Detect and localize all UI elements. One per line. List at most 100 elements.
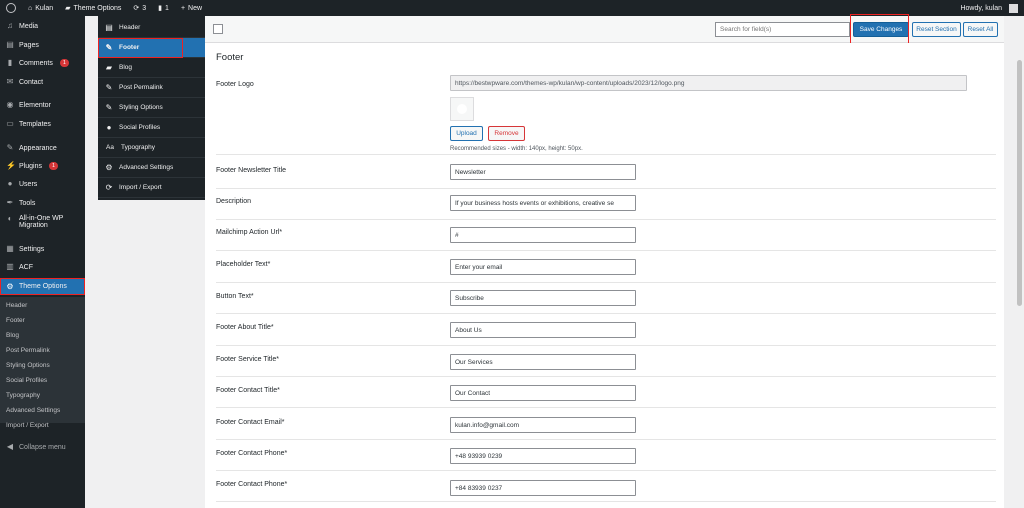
menu-item-appearance[interactable]: ✎ Appearance — [0, 141, 85, 155]
comments-icon: ▮ — [7, 58, 13, 67]
options-tab-styling-options[interactable]: ✎ Styling Options — [98, 98, 205, 118]
field-label: Footer Contact Phone* — [216, 450, 288, 457]
contact-email-input[interactable]: kulan.info@gmail.com — [450, 417, 636, 433]
templates-icon: ▭ — [6, 119, 14, 128]
new-content-link[interactable]: + New — [175, 0, 208, 16]
page-scrollbar[interactable] — [1015, 16, 1024, 508]
remove-logo-button[interactable]: Remove — [488, 126, 525, 141]
options-tab-post-permalink[interactable]: ✎ Post Permalink — [98, 78, 205, 98]
field-label: Description — [216, 198, 252, 205]
field-label: Footer Newsletter Title — [216, 167, 287, 174]
menu-item-templates[interactable]: ▭ Templates — [0, 117, 85, 131]
submenu-blog[interactable]: Blog — [6, 332, 19, 339]
submenu-typography[interactable]: Typography — [6, 392, 40, 399]
updates-link[interactable]: ⟳ 3 — [127, 0, 152, 16]
options-tab-header[interactable]: ▤ Header — [98, 18, 205, 38]
home-icon: ⌂ — [28, 4, 33, 12]
field-label: Footer Contact Phone* — [216, 481, 288, 488]
row-divider — [216, 154, 996, 155]
row-divider — [216, 407, 996, 408]
gear-icon: ⚙ — [6, 281, 14, 291]
menu-item-contact[interactable]: ✉ Contact — [0, 75, 85, 89]
header-icon: ▤ — [105, 22, 113, 32]
menu-item-tools[interactable]: ✒ Tools — [0, 196, 85, 210]
theme-options-link[interactable]: ▰ Theme Options — [59, 0, 127, 16]
menu-item-comments[interactable]: ▮ Comments 1 — [0, 56, 85, 70]
submenu-header[interactable]: Header — [6, 302, 27, 309]
field-search-input[interactable] — [715, 22, 850, 37]
footer-logo-label: Footer Logo — [216, 81, 254, 88]
logo-size-hint: Recommended sizes - width: 140px, height… — [450, 146, 583, 152]
submenu-styling-options[interactable]: Styling Options — [6, 362, 50, 369]
migration-icon: ◐ — [7, 214, 13, 223]
settings-icon: ▦ — [6, 244, 14, 253]
submenu-advanced-settings[interactable]: Advanced Settings — [6, 407, 60, 414]
account-menu[interactable]: Howdy, kulan — [954, 0, 1024, 16]
menu-item-media[interactable]: ♫ Media — [0, 19, 85, 33]
options-tab-blog[interactable]: ▰ Blog — [98, 58, 205, 78]
appearance-icon: ✎ — [6, 143, 14, 152]
collapse-icon: ◀ — [6, 442, 14, 451]
options-tab-social-profiles[interactable]: ● Social Profiles — [98, 118, 205, 138]
placeholder-text-input[interactable]: Enter your email — [450, 259, 636, 275]
expand-options-button[interactable] — [213, 24, 223, 34]
row-divider — [216, 345, 996, 346]
footer-options-panel: Footer Footer Logo https://bestwpware.co… — [205, 43, 1004, 508]
options-tab-import-export[interactable]: ⟳ Import / Export — [98, 178, 205, 198]
footer-tab-highlight — [98, 38, 183, 58]
field-label: Footer Contact Title* — [216, 387, 280, 394]
reset-section-button[interactable]: Reset Section — [912, 22, 961, 37]
newsletter-title-input[interactable]: Newsletter — [450, 164, 636, 180]
wordpress-icon — [6, 3, 16, 13]
button-text-input[interactable]: Subscribe — [450, 290, 636, 306]
menu-item-theme-options[interactable]: ⚙ Theme Options — [0, 278, 85, 295]
menu-item-users[interactable]: ● Users — [0, 177, 85, 191]
submenu-post-permalink[interactable]: Post Permalink — [6, 347, 50, 354]
contact-title-input[interactable]: Our Contact — [450, 385, 636, 401]
permalink-icon: ✎ — [105, 82, 113, 92]
folder-icon: ▰ — [65, 5, 71, 12]
field-label: Footer Contact Email* — [216, 419, 285, 426]
styling-icon: ✎ — [105, 102, 113, 112]
upload-logo-button[interactable]: Upload — [450, 126, 483, 141]
options-tab-typography[interactable]: Aa Typography — [98, 138, 205, 158]
submenu-import-export[interactable]: Import / Export — [6, 422, 49, 429]
plugins-icon: ⚡ — [6, 161, 16, 170]
contact-phone-2-input[interactable]: +84 83939 0237 — [450, 480, 636, 496]
menu-item-plugins[interactable]: ⚡ Plugins 1 — [0, 159, 85, 173]
row-divider — [216, 219, 996, 220]
menu-item-pages[interactable]: ▤ Pages — [0, 38, 85, 52]
menu-item-elementor[interactable]: ◉ Elementor — [0, 98, 85, 112]
contact-phone-input[interactable]: +48 93939 0239 — [450, 448, 636, 464]
field-label: Footer About Title* — [216, 324, 274, 331]
comments-link[interactable]: ▮ 1 — [152, 0, 175, 16]
about-title-input[interactable]: About Us — [450, 322, 636, 338]
collapse-menu-button[interactable]: ◀ Collapse menu — [0, 440, 85, 454]
row-divider — [216, 250, 996, 251]
service-title-input[interactable]: Our Services — [450, 354, 636, 370]
wordpress-logo-button[interactable] — [0, 0, 22, 16]
menu-item-acf[interactable]: ▥ ACF — [0, 260, 85, 274]
elementor-icon: ◉ — [6, 100, 14, 109]
menu-item-settings[interactable]: ▦ Settings — [0, 242, 85, 256]
user-icon: ● — [106, 122, 112, 132]
row-divider — [216, 439, 996, 440]
site-name-link[interactable]: ⌂ Kulan — [22, 0, 59, 16]
row-divider — [216, 376, 996, 377]
row-divider — [216, 470, 996, 471]
menu-item-migration[interactable]: ◐ All-in-One WP Migration — [0, 215, 85, 237]
reset-all-button[interactable]: Reset All — [963, 22, 998, 37]
options-tab-advanced-settings[interactable]: ⚙ Advanced Settings — [98, 158, 205, 178]
mailchimp-url-input[interactable]: # — [450, 227, 636, 243]
scrollbar-thumb[interactable] — [1017, 60, 1022, 306]
updates-icon: ⟳ — [133, 5, 140, 12]
description-input[interactable]: If your business hosts events or exhibit… — [450, 195, 636, 211]
submenu-social-profiles[interactable]: Social Profiles — [6, 377, 47, 384]
field-label: Button Text* — [216, 293, 254, 300]
footer-logo-url-field[interactable]: https://bestwpware.com/themes-wp/kulan/w… — [450, 75, 967, 91]
field-label: Mailchimp Action Url* — [216, 229, 283, 236]
contact-icon: ✉ — [6, 77, 14, 86]
row-divider — [216, 282, 996, 283]
tools-icon: ✒ — [6, 198, 14, 207]
submenu-footer[interactable]: Footer — [6, 317, 25, 324]
